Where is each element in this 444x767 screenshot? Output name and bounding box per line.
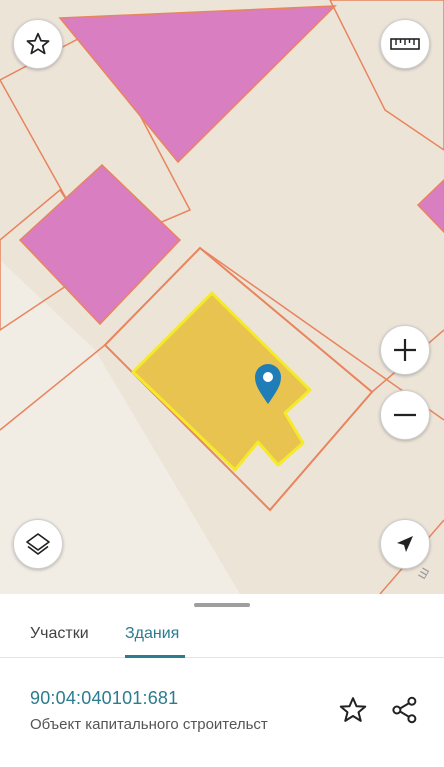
star-outline-icon (26, 32, 50, 55)
star-outline-icon (339, 697, 367, 722)
layers-icon (26, 533, 50, 555)
ruler-button[interactable] (380, 19, 430, 69)
tab-bar: Участки Здания (0, 610, 444, 658)
favorite-map-button[interactable] (13, 19, 63, 69)
map-canvas[interactable]: ш (0, 0, 444, 594)
map-view[interactable]: ш (0, 0, 444, 594)
minus-icon (394, 413, 416, 417)
building-polygon[interactable] (58, 5, 337, 164)
layers-button[interactable] (13, 519, 63, 569)
zoom-in-button[interactable] (380, 325, 430, 375)
parcel-outline (329, 0, 444, 151)
favorite-button[interactable] (335, 692, 371, 728)
share-icon (392, 696, 417, 724)
share-button[interactable] (387, 692, 423, 728)
building-polygon[interactable] (416, 178, 444, 234)
plus-icon (394, 339, 416, 361)
zoom-out-button[interactable] (380, 390, 430, 440)
my-location-button[interactable] (380, 519, 430, 569)
tab-parcels[interactable]: Участки (30, 610, 89, 657)
object-type: Объект капитального строительст (30, 716, 268, 733)
ruler-icon (390, 38, 420, 50)
navigation-arrow-icon (397, 536, 413, 552)
tab-buildings[interactable]: Здания (125, 610, 179, 657)
selected-building[interactable] (131, 291, 312, 472)
cadastral-number[interactable]: 90:04:040101:681 (30, 688, 178, 709)
result-item[interactable]: 90:04:040101:681 Объект капитального стр… (0, 658, 444, 767)
bottom-sheet: Участки Здания 90:04:040101:681 Объект к… (0, 594, 444, 767)
drag-handle[interactable] (194, 603, 250, 607)
